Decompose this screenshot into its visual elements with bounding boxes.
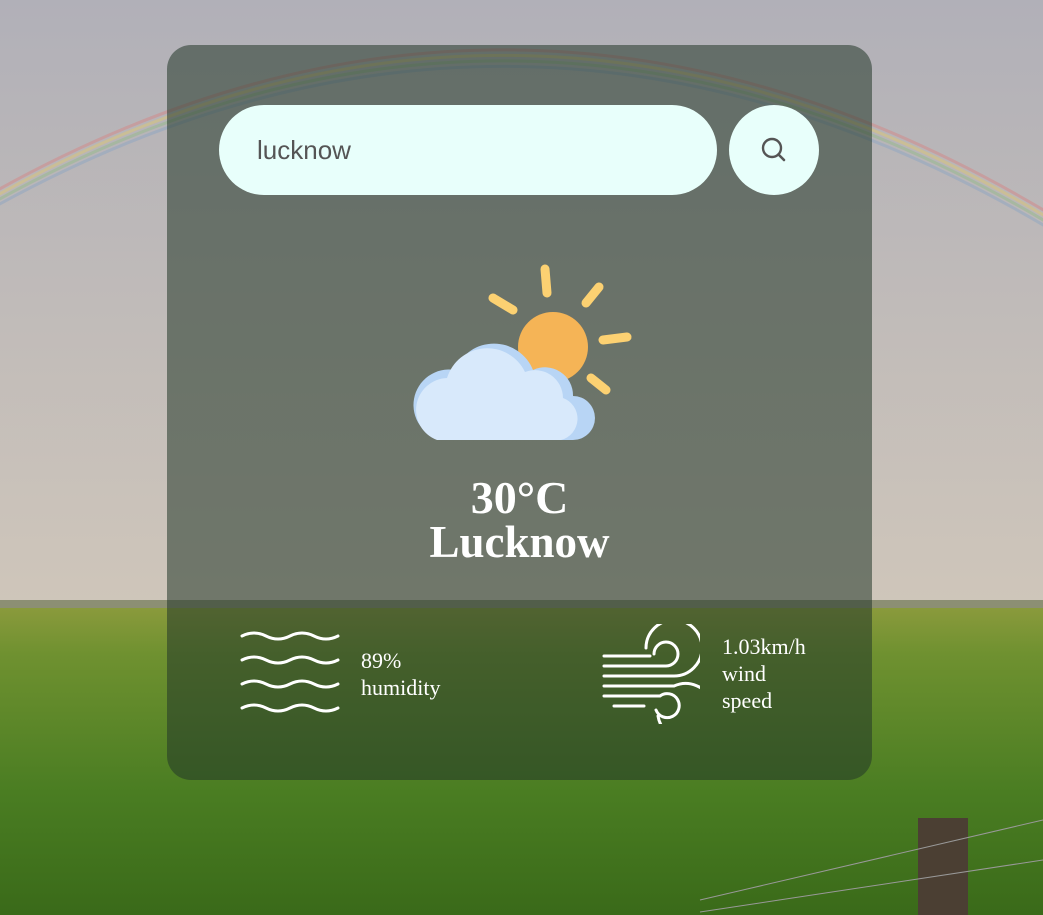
weather-card: 30°C Lucknow 89% humidity 1.03km/h wind …	[167, 45, 872, 780]
search-input[interactable]	[219, 105, 717, 195]
wind-label-line1: wind	[722, 661, 766, 686]
search-button[interactable]	[729, 105, 819, 195]
humidity-waves-icon	[240, 631, 340, 713]
wind-info: 1.03km/h wind speed	[722, 633, 832, 714]
partly-cloudy-icon	[413, 264, 632, 440]
city-name: Lucknow	[429, 517, 610, 567]
humidity-label: humidity	[361, 675, 441, 700]
temperature: 30°C	[470, 472, 569, 523]
search-icon	[761, 137, 786, 162]
humidity-value: 89%	[361, 648, 402, 673]
humidity-info: 89% humidity	[361, 647, 440, 701]
wind-label-line2: speed	[722, 688, 773, 713]
wind-icon	[602, 624, 700, 724]
wind-value: 1.03km/h	[722, 634, 806, 659]
